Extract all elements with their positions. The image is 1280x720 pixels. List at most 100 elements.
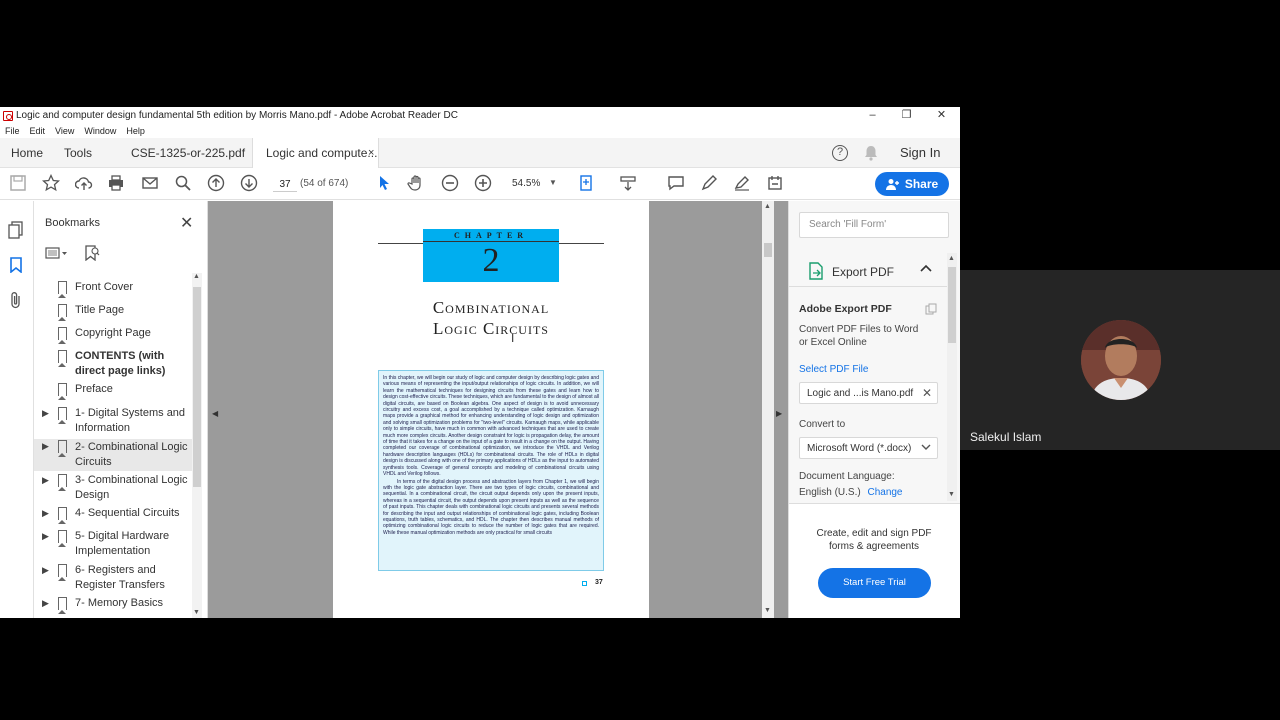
expand-chevron-icon[interactable]: ▶ — [42, 439, 49, 454]
sign-icon[interactable] — [732, 174, 752, 194]
bookmark-star-icon[interactable] — [41, 173, 61, 194]
select-cursor-icon[interactable] — [374, 174, 394, 194]
scroll-down-icon[interactable]: ▼ — [948, 491, 955, 498]
scroll-up-icon[interactable]: ▲ — [764, 203, 771, 210]
start-free-trial-button[interactable]: Start Free Trial — [818, 568, 931, 598]
page-thumbnails-icon[interactable] — [8, 221, 24, 244]
bookmark-icon — [58, 383, 67, 400]
scroll-up-icon[interactable]: ▲ — [948, 255, 955, 262]
tab-document-cse[interactable]: CSE-1325-or-225.pdf — [131, 138, 245, 168]
page-number-input[interactable]: 37 — [273, 177, 297, 192]
bookmark-item[interactable]: ▶ 1- Digital Systems and Information — [34, 406, 194, 436]
tab-close-icon[interactable]: × — [368, 138, 374, 168]
selected-file-field[interactable]: Logic and ...is Mano.pdf ✕ — [799, 382, 938, 404]
share-button[interactable]: Share — [875, 172, 949, 196]
expand-chevron-icon[interactable]: ▶ — [42, 506, 49, 521]
attachments-paperclip-icon[interactable] — [9, 291, 23, 314]
tab-home[interactable]: Home — [11, 138, 43, 168]
zoom-in-icon[interactable] — [473, 174, 493, 194]
bookmark-item-selected[interactable]: ▶ 2- Combinational Logic Circuits — [34, 439, 194, 471]
expand-chevron-icon[interactable]: ▶ — [42, 529, 49, 544]
highlight-pen-icon[interactable] — [699, 174, 719, 194]
upload-cloud-icon[interactable] — [74, 174, 94, 194]
close-panel-icon[interactable]: ✕ — [180, 213, 193, 233]
bookmark-item[interactable]: ▶ 5- Digital Hardware Implementation — [34, 529, 194, 559]
page-fit-icon[interactable] — [577, 174, 597, 194]
share-button-label: Share — [904, 177, 939, 191]
page-count-label: (54 of 674) — [300, 178, 349, 189]
add-bookmark-icon[interactable] — [84, 245, 100, 264]
fill-form-search-input[interactable]: Search 'Fill Form' — [799, 212, 949, 238]
menu-view[interactable]: View — [55, 126, 74, 136]
collapse-chevron-up-icon[interactable] — [920, 263, 932, 276]
bookmark-item[interactable]: Title Page — [34, 303, 194, 321]
bookmark-icon — [58, 474, 67, 491]
comment-icon[interactable] — [666, 174, 686, 194]
convert-format-select[interactable]: Microsoft Word (*.docx) — [799, 437, 938, 459]
zoom-dropdown-chevron-icon[interactable]: ▼ — [549, 178, 557, 187]
next-page-icon[interactable] — [239, 174, 259, 194]
promo-section: Create, edit and sign PDF forms & agreem… — [789, 503, 960, 618]
sign-in-link[interactable]: Sign In — [900, 138, 940, 168]
chapter-box: CHAPTER 2 — [423, 229, 559, 282]
collapse-right-panel-icon[interactable]: ▶ — [776, 409, 782, 418]
document-viewer[interactable]: ◀ ▶ ▲ ▼ CHAPTER 2 Combinational Logic Ci… — [208, 201, 788, 618]
save-icon[interactable] — [8, 174, 28, 194]
export-pdf-header[interactable]: Export PDF — [789, 253, 947, 287]
bookmarks-panel-icon[interactable] — [10, 257, 22, 278]
chapter-title-line2: Logic Circuits — [433, 319, 549, 338]
collapse-left-panel-icon[interactable]: ◀ — [212, 409, 218, 418]
expand-chevron-icon[interactable]: ▶ — [42, 473, 49, 488]
expand-chevron-icon[interactable]: ▶ — [42, 563, 49, 578]
chapter-number: 2 — [482, 242, 500, 279]
minimize-button[interactable]: – — [855, 107, 890, 124]
right-panel-scroll-thumb[interactable] — [948, 267, 956, 343]
menu-window[interactable]: Window — [84, 126, 116, 136]
notification-bell-icon[interactable] — [864, 145, 878, 161]
expand-chevron-icon[interactable]: ▶ — [42, 596, 49, 611]
bookmark-item[interactable]: Copyright Page — [34, 326, 194, 344]
help-icon[interactable]: ? — [832, 145, 848, 161]
search-icon[interactable] — [173, 174, 193, 194]
tab-tools[interactable]: Tools — [64, 138, 92, 168]
document-scroll-thumb[interactable] — [764, 243, 772, 257]
bookmark-item[interactable]: CONTENTS (with direct page links) — [34, 349, 194, 379]
bookmarks-panel: Bookmarks ✕ Front Cover Title Page Copyr… — [34, 201, 208, 618]
more-tools-icon[interactable] — [765, 174, 785, 194]
email-icon[interactable] — [140, 174, 160, 194]
menu-edit[interactable]: Edit — [30, 126, 46, 136]
bookmark-item[interactable]: ▶ 3- Combinational Logic Design — [34, 473, 194, 503]
menu-file[interactable]: File — [5, 126, 20, 136]
previous-page-icon[interactable] — [206, 174, 226, 194]
print-icon[interactable] — [106, 174, 126, 194]
close-window-button[interactable]: ✕ — [924, 107, 959, 124]
bookmark-icon — [58, 564, 67, 581]
right-panel-scrollbar[interactable]: ▲ ▼ — [947, 253, 957, 501]
bookmarks-scrollbar[interactable]: ▲ ▼ — [192, 273, 202, 618]
bookmark-item[interactable]: Front Cover — [34, 280, 194, 298]
change-language-link[interactable]: Change — [867, 487, 902, 498]
bookmark-item[interactable]: ▶ 7- Memory Basics — [34, 596, 194, 614]
scroll-down-icon[interactable]: ▼ — [764, 607, 771, 614]
document-scrollbar[interactable]: ▲ ▼ — [762, 201, 774, 618]
bookmark-options-icon[interactable] — [45, 246, 69, 263]
copy-icon[interactable] — [925, 303, 937, 318]
bookmark-list: Front Cover Title Page Copyright Page CO… — [34, 273, 208, 618]
zoom-out-icon[interactable] — [440, 174, 460, 194]
hand-tool-icon[interactable] — [406, 174, 426, 194]
menu-help[interactable]: Help — [126, 126, 145, 136]
bookmarks-scroll-thumb[interactable] — [193, 287, 201, 487]
bookmark-item[interactable]: Preface — [34, 382, 194, 400]
selected-file-name: Logic and ...is Mano.pdf — [807, 388, 914, 399]
scroll-down-icon[interactable]: ▼ — [193, 609, 200, 616]
video-call-tile: Salekul Islam — [960, 270, 1280, 450]
zoom-level-select[interactable]: 54.5% — [512, 178, 540, 189]
scroll-up-icon[interactable]: ▲ — [193, 273, 200, 280]
restore-button[interactable]: ❐ — [889, 107, 924, 124]
tab-document-logic[interactable]: Logic and compute... × — [252, 138, 379, 168]
bookmark-item[interactable]: ▶ 6- Registers and Register Transfers — [34, 563, 194, 593]
bookmark-item[interactable]: ▶ 4- Sequential Circuits — [34, 506, 194, 524]
expand-chevron-icon[interactable]: ▶ — [42, 406, 49, 421]
scroll-mode-icon[interactable] — [618, 174, 638, 194]
remove-file-icon[interactable]: ✕ — [922, 386, 932, 400]
